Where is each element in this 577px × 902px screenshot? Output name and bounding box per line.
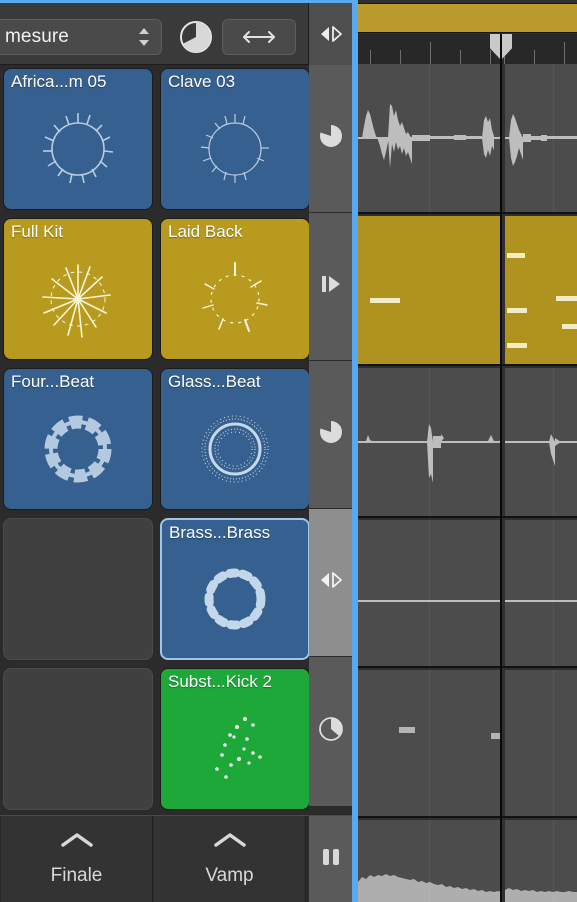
audio-region[interactable] [358, 64, 501, 212]
pause-icon [320, 846, 342, 873]
chevron-up-down-icon[interactable] [137, 25, 151, 49]
play-both-sides-icon [317, 570, 345, 595]
row-play-button[interactable] [309, 657, 352, 807]
live-loops-pane: mesure Africa...m 05 Clave 03 Full Kit L… [0, 0, 355, 902]
row-play-button[interactable] [309, 65, 352, 213]
scene-trigger-row: Finale Vamp [0, 815, 352, 902]
waveform [505, 600, 577, 602]
cell-name: Full Kit [11, 222, 63, 241]
midi-region[interactable] [505, 216, 577, 364]
cell-name: Brass...Brass [169, 523, 271, 542]
scene-label: Finale [50, 865, 103, 886]
track-lane[interactable] [358, 520, 577, 668]
track-lane[interactable] [358, 368, 577, 518]
row-play-button[interactable] [309, 509, 352, 657]
loop-cell-empty[interactable] [3, 668, 153, 810]
midi-ring-burst-icon [4, 245, 152, 353]
cell-name: Four...Beat [11, 372, 95, 391]
pie-half-icon [318, 716, 344, 747]
audio-region[interactable] [358, 820, 501, 902]
loop-cell[interactable]: Brass...Brass [160, 518, 310, 660]
waveform [505, 434, 577, 466]
play-from-both-sides-icon[interactable] [309, 3, 352, 65]
live-loops-cell-grid: Africa...m 05 Clave 03 Full Kit Laid Bac… [0, 65, 310, 815]
chevron-up-icon [57, 832, 97, 853]
ruler[interactable] [358, 34, 577, 64]
waveform-ring-spiky-icon [4, 95, 152, 203]
pane-selection-border [355, 0, 358, 902]
grid-division-select[interactable]: mesure [0, 19, 162, 55]
midi-region[interactable] [358, 670, 501, 816]
track-lane[interactable] [358, 64, 577, 214]
cell-name: Africa...m 05 [11, 72, 107, 91]
audio-region[interactable] [358, 368, 501, 516]
audio-region[interactable] [505, 64, 577, 212]
audio-region[interactable] [505, 368, 577, 516]
scene-button[interactable]: Vamp [154, 816, 306, 902]
audio-region[interactable] [358, 520, 501, 666]
play-start-icon [318, 273, 344, 300]
quantize-pie-icon[interactable] [178, 19, 214, 55]
loop-cell[interactable]: Full Kit [3, 218, 153, 360]
pie-quarter-icon [318, 419, 344, 450]
grid-division-value: mesure [5, 26, 69, 47]
live-loops-window: mesure Africa...m 05 Clave 03 Full Kit L… [0, 0, 577, 902]
scene-label: Vamp [205, 865, 254, 886]
loop-cell-empty[interactable] [3, 518, 153, 660]
waveform-ring-blobby-icon [162, 546, 308, 652]
track-lane[interactable] [358, 670, 577, 818]
midi-ring-sparse-icon [161, 245, 309, 353]
tracks-area [358, 0, 577, 902]
loop-cell[interactable]: Subst...Kick 2 [160, 668, 310, 810]
chevron-up-icon [210, 832, 250, 853]
loop-cell[interactable]: Laid Back [160, 218, 310, 360]
playhead[interactable] [490, 34, 512, 902]
scene-button[interactable]: Finale [1, 816, 153, 902]
midi-region[interactable] [358, 216, 501, 364]
row-play-button[interactable] [309, 213, 352, 361]
cell-name: Laid Back [168, 222, 243, 241]
waveform-ring-thin-icon [161, 95, 309, 203]
cell-name: Clave 03 [168, 72, 236, 91]
waveform-ring-dense-icon [161, 395, 309, 503]
cell-name: Glass...Beat [168, 372, 261, 391]
track-lane[interactable] [358, 216, 577, 366]
cell-row-play-strip [309, 65, 352, 815]
midi-dots-icon [161, 695, 309, 803]
track-lane[interactable] [358, 820, 577, 902]
waveform [505, 114, 577, 166]
playhead-line [500, 34, 502, 902]
audio-region[interactable] [505, 820, 577, 902]
arrangement-marker[interactable] [358, 3, 577, 33]
horizontal-resize-icon[interactable] [222, 19, 296, 55]
loop-cell[interactable]: Clave 03 [160, 68, 310, 210]
audio-region[interactable] [505, 520, 577, 666]
loop-cell[interactable]: Glass...Beat [160, 368, 310, 510]
stop-all-button[interactable] [309, 816, 352, 902]
waveform-ring-chunky-icon [4, 395, 152, 503]
loop-cell[interactable]: Africa...m 05 [3, 68, 153, 210]
row-play-button[interactable] [309, 361, 352, 509]
waveform [505, 888, 577, 902]
live-loops-toolbar: mesure [0, 3, 352, 65]
cell-name: Subst...Kick 2 [168, 672, 272, 691]
midi-region[interactable] [505, 670, 577, 816]
loop-cell[interactable]: Four...Beat [3, 368, 153, 510]
pie-quarter-icon [318, 123, 344, 154]
